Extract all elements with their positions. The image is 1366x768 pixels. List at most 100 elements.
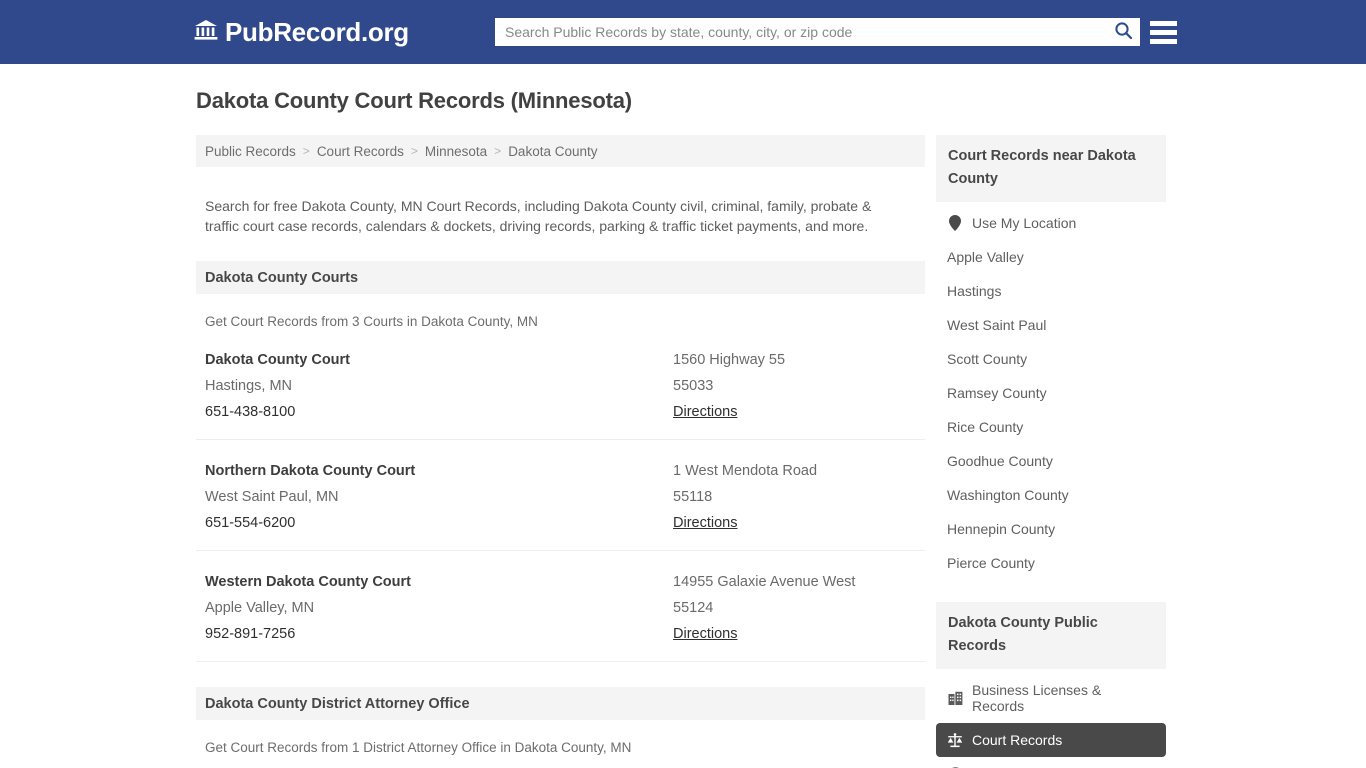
list-item: Hastings xyxy=(936,274,1166,308)
listing-directions-link[interactable]: Directions xyxy=(673,404,737,420)
sidebar-item-label: Goodhue County xyxy=(947,453,1053,469)
listing-left-column: Dakota County Court Hastings, MN 651-438… xyxy=(205,347,673,425)
listing-directions-link[interactable]: Directions xyxy=(673,515,737,531)
sidebar-item-label: Washington County xyxy=(947,487,1069,503)
list-item: Court Records xyxy=(936,723,1166,757)
section-subheading-district-attorney: Get Court Records from 1 District Attorn… xyxy=(205,740,632,755)
site-header: PubRecord.org xyxy=(0,0,1366,64)
search-bar xyxy=(495,18,1140,46)
briefcase-icon xyxy=(947,691,963,706)
listing-phone[interactable]: 651-554-6200 xyxy=(205,515,295,531)
listing-street: 1560 Highway 55 xyxy=(673,352,786,368)
list-item: West Saint Paul xyxy=(936,308,1166,342)
sidebar-item-use-my-location[interactable]: Use My Location xyxy=(936,206,1166,240)
listing-street: 1 West Mendota Road xyxy=(673,463,818,479)
scales-icon xyxy=(947,732,963,748)
sidebar-item-label: Ramsey County xyxy=(947,385,1047,401)
hamburger-bar xyxy=(1150,38,1177,44)
listing-city: Hastings, MN xyxy=(205,378,293,394)
listing-city: Apple Valley, MN xyxy=(205,600,315,616)
sidebar-item-hastings[interactable]: Hastings xyxy=(936,274,1166,308)
table-row: Dakota County District Attorney Hastings… xyxy=(196,755,925,768)
sidebar-item-apple-valley[interactable]: Apple Valley xyxy=(936,240,1166,274)
page-title: Dakota County Court Records (Minnesota) xyxy=(196,88,632,113)
sidebar-public-records-list: Business Licenses & Records Court Record… xyxy=(936,669,1166,768)
search-input[interactable] xyxy=(495,19,1106,45)
list-item: Rice County xyxy=(936,410,1166,444)
map-pin-icon xyxy=(947,215,963,231)
sidebar-item-label: Rice County xyxy=(947,419,1024,435)
breadcrumb-separator: > xyxy=(494,144,502,158)
listing-name: Dakota County Court xyxy=(205,352,350,368)
hamburger-bar xyxy=(1150,20,1177,26)
breadcrumb: Public Records > Court Records > Minneso… xyxy=(196,135,925,167)
sidebar-item-pierce-county[interactable]: Pierce County xyxy=(936,546,1166,580)
listing-city: West Saint Paul, MN xyxy=(205,489,339,505)
listing-right-column: 1 West Mendota Road 55118 Directions xyxy=(673,458,925,536)
hamburger-bar xyxy=(1150,29,1177,35)
sidebar-item-label: Business Licenses & Records xyxy=(972,682,1102,714)
sidebar-item-label: Hennepin County xyxy=(947,521,1056,537)
listing-right-column: 14955 Galaxie Avenue West 55124 Directio… xyxy=(673,569,925,647)
listing-phone[interactable]: 651-438-8100 xyxy=(205,404,295,420)
search-icon xyxy=(1114,21,1133,43)
breadcrumb-separator: > xyxy=(302,144,310,158)
listing-directions-link[interactable]: Directions xyxy=(673,626,737,642)
breadcrumb-item-public-records[interactable]: Public Records xyxy=(205,144,296,159)
listing-zip: 55124 xyxy=(673,600,714,616)
sidebar-item-court-records[interactable]: Court Records xyxy=(936,723,1166,757)
sidebar-item-rice-county[interactable]: Rice County xyxy=(936,410,1166,444)
breadcrumb-separator: > xyxy=(410,144,418,158)
sidebar-item-label: West Saint Paul xyxy=(947,317,1047,333)
sidebar-item-washington-county[interactable]: Washington County xyxy=(936,478,1166,512)
listing-zip: 55033 xyxy=(673,378,714,394)
sidebar-item-goodhue-county[interactable]: Goodhue County xyxy=(936,444,1166,478)
sidebar-item-ramsey-county[interactable]: Ramsey County xyxy=(936,376,1166,410)
table-row: Northern Dakota County Court West Saint … xyxy=(196,440,925,551)
sidebar-item-west-saint-paul[interactable]: West Saint Paul xyxy=(936,308,1166,342)
listing-name: Western Dakota County Court xyxy=(205,574,411,590)
hamburger-menu-icon[interactable] xyxy=(1150,17,1177,47)
list-item: Goodhue County xyxy=(936,444,1166,478)
breadcrumb-item-court-records[interactable]: Court Records xyxy=(317,144,404,159)
listing-name: Northern Dakota County Court xyxy=(205,463,416,479)
sidebar-nearby-heading: Court Records near Dakota County xyxy=(936,135,1166,202)
sidebar-public-records-heading: Dakota County Public Records xyxy=(936,602,1166,669)
main-content: Public Records > Court Records > Minneso… xyxy=(196,135,925,768)
sidebar-item-hennepin-county[interactable]: Hennepin County xyxy=(936,512,1166,546)
sidebar-item-business-licenses[interactable]: Business Licenses & Records xyxy=(936,673,1166,723)
sidebar-item-label: Pierce County xyxy=(947,555,1035,571)
sidebar-item-scott-county[interactable]: Scott County xyxy=(936,342,1166,376)
site-logo-text: PubRecord.org xyxy=(225,17,409,47)
bank-icon xyxy=(194,19,218,46)
breadcrumb-item-minnesota[interactable]: Minnesota xyxy=(425,144,487,159)
sidebar-item-label: Scott County xyxy=(947,351,1028,367)
list-item: Scott County xyxy=(936,342,1166,376)
sidebar-item-criminal-records[interactable]: Criminal Records & Warrants xyxy=(936,757,1166,768)
listing-right-column: 1560 Highway 55 55033 Directions xyxy=(673,347,925,425)
table-row: Dakota County Court Hastings, MN 651-438… xyxy=(196,329,925,440)
search-button[interactable] xyxy=(1106,18,1140,46)
list-item: Business Licenses & Records xyxy=(936,673,1166,723)
listing-zip: 55118 xyxy=(673,489,713,505)
list-item: Hennepin County xyxy=(936,512,1166,546)
sidebar-item-label: Court Records xyxy=(972,732,1063,748)
sidebar-item-label: Apple Valley xyxy=(947,249,1024,265)
list-item: Apple Valley xyxy=(936,240,1166,274)
list-item: Washington County xyxy=(936,478,1166,512)
listing-left-column: Northern Dakota County Court West Saint … xyxy=(205,458,673,536)
listing-phone[interactable]: 952-891-7256 xyxy=(205,626,295,642)
sidebar-nearby-list: Use My Location Apple Valley Hastings We… xyxy=(936,202,1166,580)
list-item: Ramsey County xyxy=(936,376,1166,410)
sidebar-public-records-box: Dakota County Public Records Business Li… xyxy=(936,602,1166,768)
breadcrumb-item-dakota-county[interactable]: Dakota County xyxy=(508,144,597,159)
list-item: Use My Location xyxy=(936,206,1166,240)
sidebar-item-label: Hastings xyxy=(947,283,1002,299)
listing-street: 14955 Galaxie Avenue West xyxy=(673,574,856,590)
listing-left-column: Western Dakota County Court Apple Valley… xyxy=(205,569,673,647)
table-row: Western Dakota County Court Apple Valley… xyxy=(196,551,925,662)
sidebar-item-label: Use My Location xyxy=(972,215,1077,231)
site-logo[interactable]: PubRecord.org xyxy=(194,19,409,46)
sidebar-nearby-box: Court Records near Dakota County Use My … xyxy=(936,135,1166,580)
section-header-courts: Dakota County Courts xyxy=(196,261,925,294)
